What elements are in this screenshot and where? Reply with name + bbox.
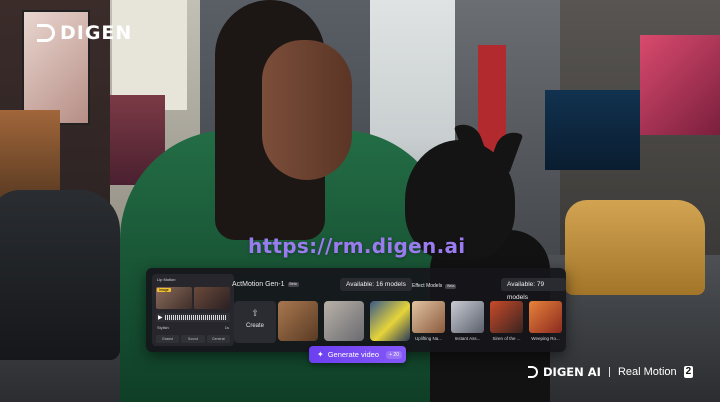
effect-model-4[interactable] (529, 301, 562, 333)
voice-duration: 1s (224, 325, 229, 330)
effect-caption-1: Uplifting Na... (414, 336, 442, 341)
credit-cost: + 20 (386, 350, 402, 359)
lip-motion-card[interactable]: Lip Motion Image ▶ Stylish 1s Easest Sou… (152, 274, 234, 346)
actmotion-available-badge[interactable]: Available: 16 models (340, 278, 412, 291)
lip-button-1[interactable]: Easest (156, 335, 180, 343)
upload-icon: ⇧ (251, 308, 259, 318)
brand-logo: DIGEN (37, 22, 133, 44)
lip-face-image[interactable] (194, 287, 230, 309)
digen-logo-icon (37, 24, 55, 42)
sparkle-icon: ✦ (317, 349, 324, 359)
create-label: Create (245, 323, 264, 329)
create-button[interactable]: ⇧ Create (234, 301, 276, 343)
brand-name: DIGEN (60, 22, 133, 44)
footer-logo: DIGEN AI Real Motion 2 (528, 365, 694, 379)
actmotion-model-2[interactable] (324, 301, 364, 341)
effect-model-3[interactable] (490, 301, 523, 333)
effect-beta-badge: Beta (445, 283, 457, 289)
effect-models-title: Effect Models Beta (412, 283, 457, 289)
footer-brand: DIGEN AI (543, 365, 601, 379)
digen-ai-logo-icon (528, 366, 538, 378)
footer-product: Real Motion (617, 366, 677, 378)
generate-video-button[interactable]: ✦ Generate video + 20 (309, 346, 406, 363)
lip-motion-title: Lip Motion (157, 277, 176, 282)
dog-figure (400, 119, 570, 402)
effect-caption-4: Weeping Ro... (531, 336, 560, 341)
effect-caption-3: Siren of the ... (492, 336, 521, 341)
actmotion-beta-badge: Beta (287, 282, 299, 287)
effect-caption-2: Instant Ass... (454, 336, 481, 341)
footer-version: 2 (683, 366, 694, 378)
play-icon[interactable]: ▶ (158, 315, 163, 321)
footer-divider (608, 367, 610, 377)
actmotion-model-1[interactable] (278, 301, 318, 341)
effect-model-2[interactable] (451, 301, 484, 333)
voice-style-label: Stylish (157, 325, 169, 330)
site-url: https://rm.digen.ai (248, 234, 466, 258)
actmotion-model-3[interactable] (370, 301, 410, 341)
app-panel: Lip Motion Image ▶ Stylish 1s Easest Sou… (146, 268, 566, 352)
lip-button-2[interactable]: Sound (181, 335, 205, 343)
effect-models-title-text: Effect Models (412, 283, 443, 289)
actmotion-title-text: ActMotion Gen-1 (232, 281, 285, 288)
lip-button-3[interactable]: Generat (206, 335, 230, 343)
effect-available-badge[interactable]: Available: 79 models (501, 278, 566, 301)
waveform-bars (164, 315, 226, 320)
effect-model-1[interactable] (412, 301, 445, 333)
lip-image-chip: Image (157, 288, 171, 292)
actmotion-title: ActMotion Gen-1 Beta (232, 281, 299, 288)
generate-video-label: Generate video (327, 350, 379, 359)
audio-waveform[interactable]: ▶ (156, 313, 230, 322)
